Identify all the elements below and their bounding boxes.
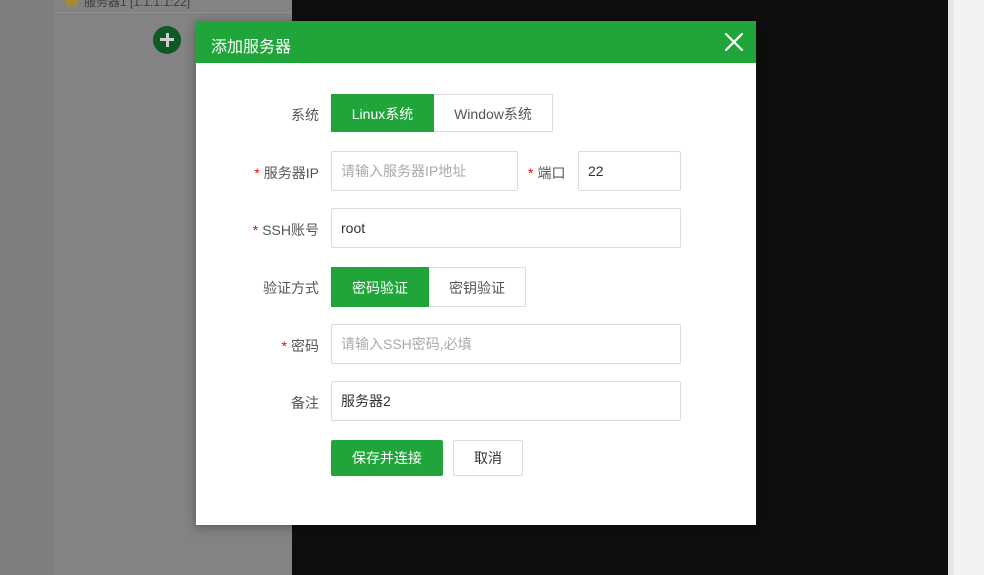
- remark-label: 备注: [291, 395, 319, 411]
- ssh-account-label: * SSH账号: [196, 220, 319, 240]
- scrollbar[interactable]: [948, 0, 954, 575]
- linux-system-button[interactable]: Linux系统: [331, 94, 434, 132]
- port-label-text: 端口: [537, 165, 566, 181]
- dialog-header: 添加服务器: [196, 21, 756, 63]
- close-icon[interactable]: [722, 30, 746, 54]
- key-auth-button[interactable]: 密钥验证: [429, 267, 526, 307]
- system-toggle: Linux系统 Window系统: [331, 94, 553, 132]
- password-label: * 密码: [196, 336, 319, 356]
- required-mark: *: [528, 165, 534, 181]
- ssh-account-input[interactable]: root: [331, 208, 681, 248]
- system-label: 系统: [291, 107, 319, 123]
- server-ip-input[interactable]: 请输入服务器IP地址: [331, 151, 518, 191]
- port-label: * 端口: [528, 163, 565, 183]
- password-auth-button[interactable]: 密码验证: [331, 267, 429, 307]
- port-input[interactable]: 22: [578, 151, 681, 191]
- auth-method-label: 验证方式: [263, 280, 319, 296]
- dialog-title: 添加服务器: [211, 39, 292, 56]
- auth-method-toggle: 密码验证 密钥验证: [331, 267, 526, 307]
- required-mark: *: [281, 338, 287, 354]
- server-list-item-label: 服务器1 [1.1.1.1:22]: [84, 0, 191, 9]
- ssh-account-label-text: SSH账号: [262, 222, 319, 238]
- server-ip-label: * 服务器IP: [196, 163, 319, 183]
- cancel-button[interactable]: 取消: [453, 440, 523, 476]
- save-and-connect-button[interactable]: 保存并连接: [331, 440, 443, 476]
- app-stage: 服务器1 [1.1.1.1:22] 添加服务器 系统 Linux系统 Windo…: [0, 0, 984, 575]
- remark-input[interactable]: 服务器2: [331, 381, 681, 421]
- add-server-icon[interactable]: [153, 26, 181, 54]
- add-server-dialog: 添加服务器 系统 Linux系统 Window系统 * 服务器IP 请输入服务器I…: [196, 21, 756, 525]
- password-label-text: 密码: [291, 338, 319, 354]
- required-mark: *: [254, 165, 260, 181]
- required-mark: *: [252, 222, 259, 238]
- window-system-button[interactable]: Window系统: [434, 94, 553, 132]
- server-icon: [66, 0, 78, 6]
- password-input[interactable]: 请输入SSH密码,必填: [331, 324, 681, 364]
- server-ip-label-text: 服务器IP: [263, 165, 319, 181]
